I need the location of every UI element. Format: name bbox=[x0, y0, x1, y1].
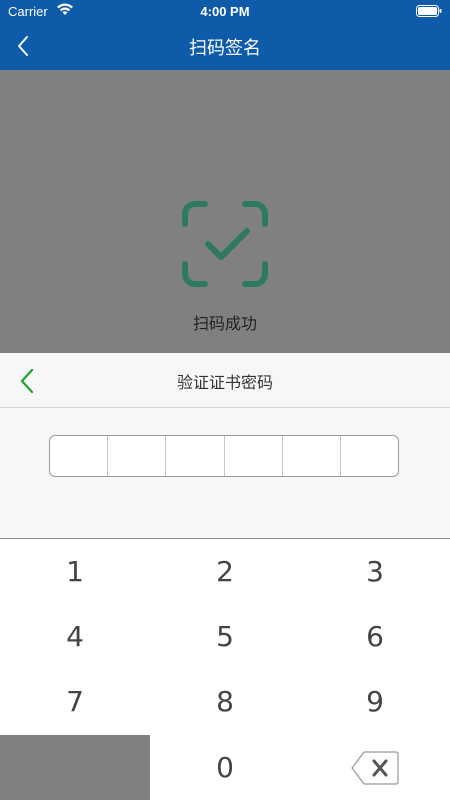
key-2[interactable]: 2 bbox=[150, 539, 300, 604]
key-5[interactable]: 5 bbox=[150, 604, 300, 669]
key-8[interactable]: 8 bbox=[150, 669, 300, 734]
status-time: 4:00 PM bbox=[200, 4, 250, 19]
password-digit-cell bbox=[50, 436, 109, 476]
battery-icon bbox=[416, 5, 442, 20]
password-panel-title: 验证证书密码 bbox=[176, 373, 273, 392]
key-1[interactable]: 1 bbox=[0, 539, 150, 604]
key-4[interactable]: 4 bbox=[0, 604, 150, 669]
numeric-keypad: 1 2 3 4 5 6 7 8 9 0 bbox=[0, 539, 450, 800]
key-blank bbox=[0, 735, 150, 800]
password-panel-header: 验证证书密码 bbox=[0, 353, 450, 408]
password-digit-cell bbox=[108, 436, 167, 476]
backspace-icon bbox=[351, 750, 399, 785]
key-6[interactable]: 6 bbox=[300, 604, 450, 669]
password-input[interactable] bbox=[49, 435, 399, 477]
nav-bar: 扫码签名 bbox=[0, 22, 450, 70]
key-3[interactable]: 3 bbox=[300, 539, 450, 604]
password-panel: 验证证书密码 bbox=[0, 353, 450, 539]
delete-key[interactable] bbox=[300, 735, 450, 800]
key-0[interactable]: 0 bbox=[150, 735, 300, 800]
page-title: 扫码签名 bbox=[189, 38, 261, 59]
password-digit-cell bbox=[341, 436, 398, 476]
scan-status-label: 扫码成功 bbox=[192, 314, 257, 333]
password-digit-cell bbox=[166, 436, 225, 476]
scan-result-area: 扫码成功 bbox=[0, 70, 450, 354]
key-7[interactable]: 7 bbox=[0, 669, 150, 734]
scan-success-check-icon bbox=[181, 200, 269, 292]
status-bar: Carrier 4:00 PM bbox=[0, 0, 450, 22]
password-digit-cell bbox=[225, 436, 283, 476]
password-digit-cell bbox=[283, 436, 341, 476]
key-9[interactable]: 9 bbox=[300, 669, 450, 734]
